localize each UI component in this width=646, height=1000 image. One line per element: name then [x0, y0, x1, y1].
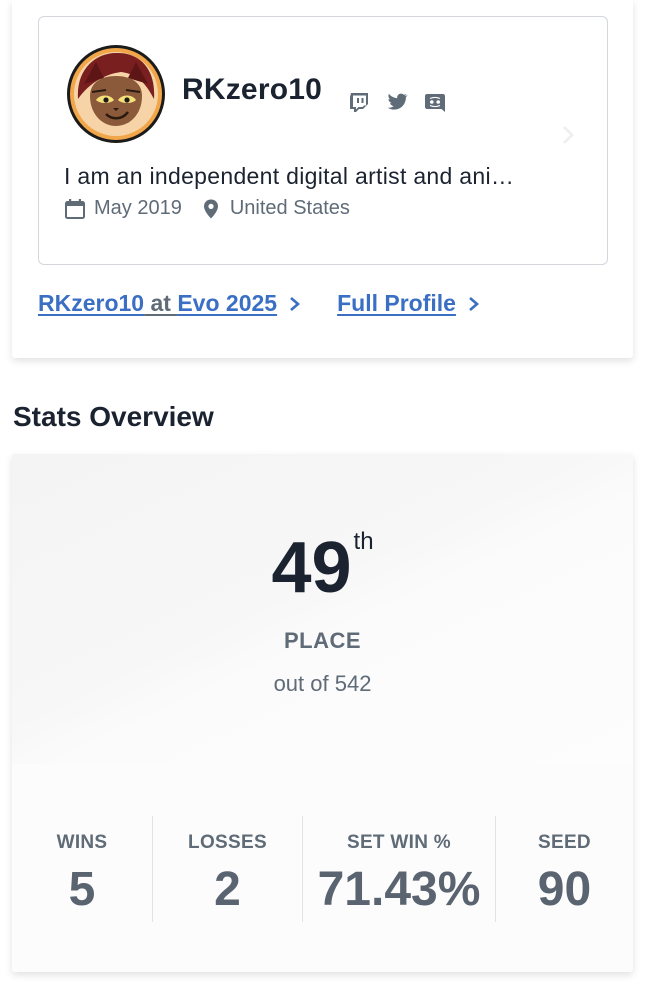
stat-value: 5 — [68, 863, 96, 916]
placement-suffix: th — [353, 528, 374, 555]
stats-card: 49th PLACE out of 542 WINS 5 LOSSES 2 SE… — [12, 454, 633, 972]
location: United States — [229, 197, 350, 219]
event-link-at[interactable]: at — [144, 290, 177, 317]
stats-row: WINS 5 LOSSES 2 SET WIN % 71.43% SEED 90 — [12, 764, 633, 972]
joined-date: May 2019 — [94, 197, 182, 219]
stat-wins: WINS 5 — [12, 816, 152, 926]
stat-value: 71.43% — [317, 863, 481, 916]
stat-seed: SEED 90 — [496, 816, 633, 926]
stat-value: 90 — [537, 863, 592, 916]
avatar — [66, 44, 166, 144]
twitter-icon[interactable] — [385, 90, 409, 114]
stat-value: 2 — [214, 863, 241, 916]
username: RKzero10 — [182, 73, 322, 106]
placement-label: PLACE — [283, 628, 362, 653]
chevron-right-icon — [561, 121, 575, 149]
social-links — [347, 90, 447, 114]
profile-summary[interactable]: RKzero10 I am an independent digital art… — [38, 16, 608, 265]
stat-set-win-pct: SET WIN % 71.43% — [303, 816, 495, 926]
stat-label: SET WIN % — [346, 832, 452, 853]
placement-out-of: out of 542 — [273, 671, 372, 696]
section-title: Stats Overview — [13, 401, 214, 432]
profile-links: RKzero10 at Evo 2025 Full Profile — [38, 290, 482, 317]
stat-label: SEED — [538, 832, 591, 853]
location-pin-icon — [200, 198, 222, 220]
chevron-right-icon — [287, 294, 303, 314]
placement-number: 49th — [271, 528, 374, 608]
discord-icon[interactable] — [423, 90, 447, 114]
stat-label: LOSSES — [188, 832, 267, 853]
event-link[interactable]: RKzero10 at Evo 2025 — [38, 290, 303, 317]
chevron-right-icon — [466, 294, 482, 314]
full-profile-link[interactable]: Full Profile — [337, 290, 482, 317]
profile-bio: I am an independent digital artist and a… — [64, 163, 515, 189]
stat-label: WINS — [56, 832, 108, 853]
placement-panel: 49th PLACE out of 542 — [12, 454, 633, 765]
event-link-name[interactable]: Evo 2025 — [177, 290, 277, 317]
event-link-user[interactable]: RKzero10 — [38, 290, 144, 317]
stat-losses: LOSSES 2 — [153, 816, 302, 926]
player-card: RKzero10 I am an independent digital art… — [12, 0, 633, 358]
twitch-icon[interactable] — [347, 90, 371, 114]
profile-meta: May 2019 United States — [64, 197, 350, 220]
calendar-icon — [64, 198, 86, 220]
full-profile-label[interactable]: Full Profile — [337, 290, 456, 317]
